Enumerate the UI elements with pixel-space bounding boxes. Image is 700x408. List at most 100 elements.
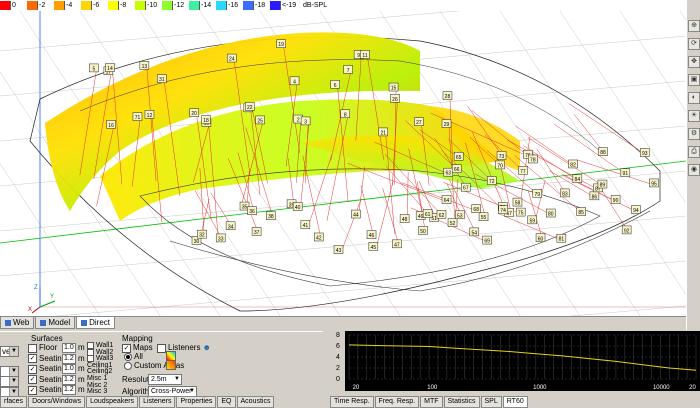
speaker-tag[interactable]: 54	[469, 227, 480, 237]
camera-icon[interactable]: ◉	[688, 164, 700, 176]
tab-rfaces[interactable]: rfaces	[0, 396, 28, 408]
speaker-tag[interactable]: 65	[453, 152, 464, 161]
tab-rt60[interactable]: RT60	[502, 396, 528, 408]
speaker-tag[interactable]: 82	[568, 159, 578, 169]
tab-properties[interactable]: Properties	[176, 396, 217, 408]
surface-height-input[interactable]: 1.0	[62, 364, 76, 374]
speaker-tag[interactable]: 37	[251, 227, 262, 236]
speaker-tag[interactable]: 36	[247, 206, 257, 216]
sun-icon[interactable]: ☀	[688, 110, 700, 122]
speaker-tag[interactable]: 59	[527, 215, 537, 225]
speaker-tag[interactable]: 95	[649, 178, 659, 188]
speaker-tag[interactable]: 24	[227, 53, 237, 63]
stadium-model-drawing[interactable]: 5161714137112312010182423252219234678911…	[0, 11, 686, 316]
speaker-tag[interactable]: 93	[639, 148, 650, 157]
speaker-tag[interactable]: 44	[351, 209, 361, 219]
speaker-tag[interactable]: 3	[300, 116, 311, 126]
speaker-tag[interactable]: 40	[292, 202, 303, 211]
zoom-icon[interactable]: ⊕	[688, 20, 700, 32]
speaker-tag[interactable]: 83	[560, 188, 570, 198]
speaker-tag[interactable]: 41	[300, 220, 311, 230]
tab-doors-windows[interactable]: Doors/Windows	[28, 396, 86, 408]
speaker-tag[interactable]: 43	[333, 245, 344, 255]
wall-checkbox[interactable]: Misc 3	[87, 388, 107, 395]
speaker-tag[interactable]: 14	[105, 63, 115, 73]
speaker-tag[interactable]: 74	[498, 205, 508, 215]
speaker-tag[interactable]: 52	[447, 218, 458, 228]
speaker-tag[interactable]: 70	[495, 160, 505, 170]
model-3d-viewport[interactable]: 5161714137112312010182423252219234678911…	[0, 11, 686, 316]
speaker-tag[interactable]: 53	[455, 210, 465, 220]
speaker-tag[interactable]: 75	[515, 207, 526, 217]
custom-area-icon[interactable]	[166, 360, 176, 370]
surface-height-input[interactable]: 1.2	[62, 385, 76, 395]
tab-listeners[interactable]: Listeners	[139, 396, 176, 408]
speaker-tag[interactable]: 73	[496, 151, 507, 160]
resolution-select[interactable]: 2.5m ▼	[148, 374, 182, 385]
speaker-tag[interactable]: 63	[443, 167, 454, 177]
speaker-tag[interactable]: 86	[589, 191, 600, 201]
tab-direct[interactable]: Direct	[76, 317, 115, 329]
speaker-tag[interactable]: 25	[255, 115, 265, 125]
speaker-tag[interactable]: 89	[597, 179, 608, 189]
speaker-tag[interactable]: 42	[314, 232, 324, 242]
speaker-tag[interactable]: 33	[215, 233, 226, 243]
light-icon[interactable]: ◐	[688, 92, 700, 104]
speaker-tag[interactable]: 12	[144, 110, 155, 119]
speaker-tag[interactable]: 90	[610, 195, 621, 205]
tab-mtf[interactable]: MTF	[420, 396, 443, 408]
speaker-tag[interactable]: 26	[390, 94, 400, 103]
speaker-tag[interactable]: 31	[157, 74, 167, 84]
speaker-tag[interactable]: 91	[620, 168, 631, 178]
speaker-tag[interactable]: 38	[266, 211, 276, 221]
pan-icon[interactable]: ✥	[688, 56, 700, 68]
speaker-tag[interactable]: 15	[388, 82, 399, 92]
surface-checkbox-floor[interactable]: Floor	[28, 343, 57, 353]
speaker-tag[interactable]: 71	[132, 112, 143, 122]
speaker-tag[interactable]: 61	[422, 209, 433, 219]
speaker-tag[interactable]: 81	[556, 233, 567, 243]
rotate-icon[interactable]: ⟳	[688, 38, 700, 50]
tab-model[interactable]: Model	[35, 317, 76, 329]
tab-statistics[interactable]: Statistics	[443, 396, 480, 408]
speaker-tag[interactable]: 47	[392, 239, 402, 249]
rt60-chart[interactable]: 20 100 1000 10000 20	[345, 331, 700, 391]
speaker-tag[interactable]: 55	[478, 212, 489, 222]
speaker-tag[interactable]: 27	[414, 117, 424, 127]
speaker-tag[interactable]: 69	[482, 235, 492, 245]
tab-web[interactable]: Web	[0, 317, 35, 329]
surface-height-input[interactable]: 1.2	[62, 353, 76, 364]
speaker-tag[interactable]: 16	[106, 120, 116, 129]
surface-height-input[interactable]: 1.2	[62, 374, 76, 385]
speaker-tag[interactable]: 48	[399, 214, 410, 224]
speaker-tag[interactable]: 13	[139, 61, 150, 70]
speaker-tag[interactable]: 46	[366, 230, 377, 240]
tab-acoustics[interactable]: Acoustics	[236, 396, 275, 408]
speaker-tag[interactable]: 77	[518, 166, 528, 175]
speaker-tag[interactable]: 88	[598, 147, 608, 157]
fit-icon[interactable]: ▣	[688, 74, 700, 86]
speaker-tag[interactable]: 94	[631, 205, 641, 215]
speaker-tag[interactable]: 50	[418, 226, 428, 235]
tab-freq-resp-[interactable]: Freq. Resp.	[374, 396, 420, 408]
speaker-tag[interactable]: 68	[471, 204, 481, 214]
speaker-tag[interactable]: 78	[528, 154, 538, 164]
speaker-tag[interactable]: 84	[572, 174, 583, 184]
speaker-tag[interactable]: 64	[441, 195, 452, 205]
speaker-tag[interactable]: 67	[461, 182, 471, 192]
tab-loudspeakers[interactable]: Loudspeakers	[86, 396, 139, 408]
speaker-tag[interactable]: 11	[360, 50, 370, 59]
speaker-tag[interactable]: 21	[378, 127, 388, 137]
tab-eq[interactable]: EQ	[217, 396, 236, 408]
speaker-tag[interactable]: 18	[201, 115, 211, 125]
speaker-tag[interactable]: 20	[189, 108, 199, 118]
print-icon[interactable]: ⎙	[688, 146, 700, 158]
speaker-tag[interactable]: 85	[576, 207, 586, 217]
speaker-tag[interactable]: 6	[330, 80, 340, 89]
speaker-tag[interactable]: 7	[343, 65, 353, 74]
speaker-tag[interactable]: 5	[89, 63, 99, 73]
speaker-tag[interactable]: 4	[289, 76, 300, 86]
speaker-tag[interactable]: 72	[486, 176, 497, 186]
speaker-tag[interactable]: 80	[546, 208, 556, 218]
speaker-tag[interactable]: 45	[368, 242, 379, 251]
